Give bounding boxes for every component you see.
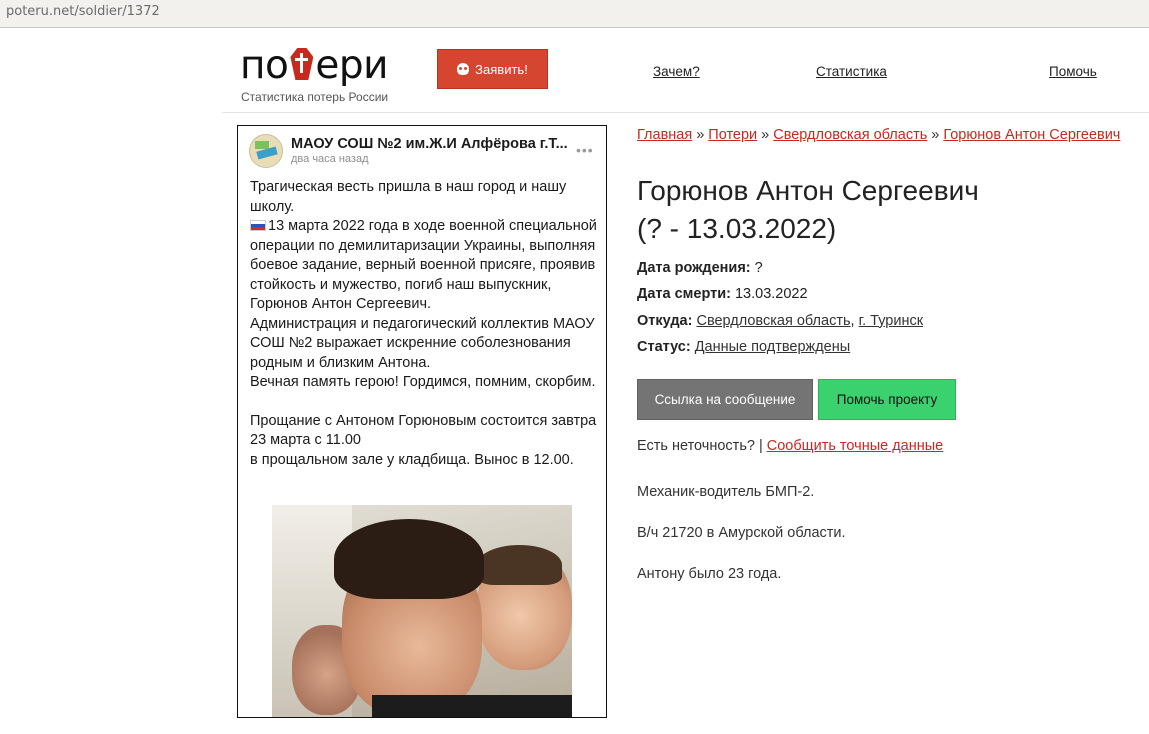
bio-line: Антону было 23 года. — [637, 566, 782, 582]
post-paragraph-with-flag: 13 марта 2022 года в ходе военной специа… — [250, 218, 597, 312]
browser-address-bar[interactable]: poteru.net/soldier/1372 — [0, 0, 1149, 28]
more-options-icon: ••• — [576, 142, 594, 158]
declare-button[interactable]: Заявить! — [437, 49, 548, 89]
person-bio: Механик-водитель БМП-2. В/ч 21720 в Амур… — [637, 482, 846, 605]
nav-link-help[interactable]: Помочь — [1049, 64, 1097, 79]
post-author: МАОУ СОШ №2 им.Ж.И Алфёрова г.Т... — [291, 136, 568, 152]
coffin-cross-icon — [289, 48, 314, 80]
nav-link-why[interactable]: Зачем? — [653, 64, 700, 79]
nav-link-statistics[interactable]: Статистика — [816, 64, 887, 79]
logo-wordmark: по ери — [240, 43, 388, 88]
person-name: Горюнов Антон Сергеевич — [637, 175, 979, 206]
post-time: два часа назад — [291, 153, 369, 165]
social-post-screenshot: МАОУ СОШ №2 им.Ж.И Алфёрова г.Т... два ч… — [237, 125, 607, 718]
post-text: Трагическая весть пришла в наш город и н… — [250, 178, 600, 470]
breadcrumb-person[interactable]: Горюнов Антон Сергеевич — [943, 127, 1120, 143]
post-paragraph: Администрация и педагогический коллектив… — [250, 315, 596, 391]
breadcrumb-region[interactable]: Свердловская область — [773, 127, 927, 143]
from-row: Откуда: Свердловская область, г. Туринск — [637, 312, 924, 329]
breadcrumb-losses[interactable]: Потери — [708, 127, 757, 143]
page-title: Горюнов Антон Сергеевич (? - 13.03.2022) — [637, 172, 979, 248]
report-accurate-data-link[interactable]: Сообщить точные данные — [767, 438, 944, 454]
status-link[interactable]: Данные подтверждены — [695, 339, 850, 355]
help-project-button[interactable]: Помочь проекту — [818, 379, 956, 420]
url-text[interactable]: poteru.net/soldier/1372 — [6, 4, 160, 19]
post-paragraph: Прощание с Антоном Горюновым состоится з… — [250, 412, 597, 468]
person-dates: (? - 13.03.2022) — [637, 213, 837, 244]
logo-subtitle: Статистика потерь России — [241, 90, 389, 104]
bio-line: Механик-водитель БМП-2. — [637, 484, 815, 500]
breadcrumb-home[interactable]: Главная — [637, 127, 692, 143]
skull-icon — [457, 63, 470, 75]
russian-flag-icon — [250, 220, 266, 231]
message-link-button[interactable]: Ссылка на сообщение — [637, 379, 813, 420]
inaccuracy-row: Есть неточность? | Сообщить точные данны… — [637, 438, 944, 454]
school-avatar — [249, 134, 283, 168]
header-divider — [222, 112, 1149, 113]
birth-row: Дата рождения: ? — [637, 260, 763, 276]
region-link[interactable]: Свердловская область — [696, 313, 850, 329]
city-link[interactable]: г. Туринск — [859, 313, 923, 329]
site-logo[interactable]: по ери Статистика потерь России — [240, 44, 410, 108]
bio-line: В/ч 21720 в Амурской области. — [637, 525, 846, 541]
death-row: Дата смерти: 13.03.2022 — [637, 286, 808, 303]
soldier-photo — [272, 505, 572, 717]
declare-button-label: Заявить! — [475, 61, 528, 77]
person-facts: Дата рождения: ? Дата смерти: 13.03.2022… — [637, 255, 923, 360]
breadcrumb: Главная» Потери» Свердловская область» Горю… — [637, 127, 1121, 143]
status-row: Статус: Данные подтверждены — [637, 338, 851, 355]
post-paragraph: Трагическая весть пришла в наш город и н… — [250, 179, 567, 215]
